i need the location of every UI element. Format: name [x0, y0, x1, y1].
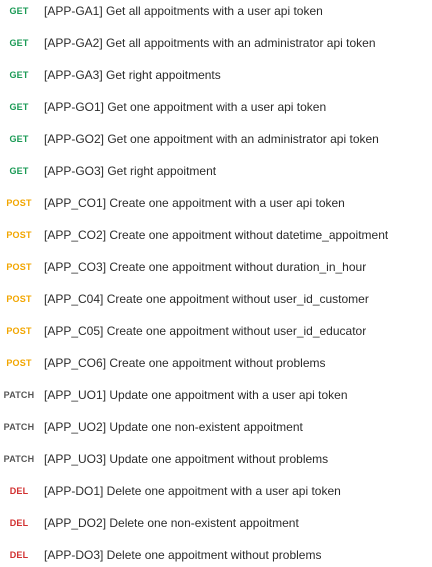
request-item[interactable]: PATCH [APP_UO2] Update one non-existent … — [0, 411, 432, 443]
request-item[interactable]: GET [APP-GO2] Get one appoitment with an… — [0, 123, 432, 155]
method-badge: POST — [6, 198, 32, 208]
method-badge: DEL — [9, 486, 29, 496]
request-item[interactable]: POST [APP_CO3] Create one appoitment wit… — [0, 251, 432, 283]
request-item[interactable]: PATCH [APP_UO1] Update one appoitment wi… — [0, 379, 432, 411]
request-item[interactable]: DEL [APP_DO2] Delete one non-existent ap… — [0, 507, 432, 539]
method-badge: POST — [6, 326, 32, 336]
request-item[interactable]: GET [APP-GA1] Get all appoitments with a… — [0, 0, 432, 27]
request-item[interactable]: GET [APP-GO3] Get right appoitment — [0, 155, 432, 187]
method-badge: POST — [6, 358, 32, 368]
request-item[interactable]: POST [APP_CO2] Create one appoitment wit… — [0, 219, 432, 251]
request-item[interactable]: PATCH [APP_UO3] Update one appoitment wi… — [0, 443, 432, 475]
request-name: [APP-GO2] Get one appoitment with an adm… — [44, 132, 379, 146]
method-badge: POST — [6, 230, 32, 240]
request-name: [APP-GA3] Get right appoitments — [44, 68, 221, 82]
request-item[interactable]: DEL [APP-DO1] Delete one appoitment with… — [0, 475, 432, 507]
request-name: [APP_CO6] Create one appoitment without … — [44, 356, 326, 370]
request-name: [APP_UO2] Update one non-existent appoit… — [44, 420, 303, 434]
request-item[interactable]: GET [APP-GA3] Get right appoitments — [0, 59, 432, 91]
method-badge: POST — [6, 262, 32, 272]
request-name: [APP-DO1] Delete one appoitment with a u… — [44, 484, 341, 498]
request-list: GET [APP-GA1] Get all appoitments with a… — [0, 0, 432, 567]
request-name: [APP_UO3] Update one appoitment without … — [44, 452, 329, 466]
method-badge: GET — [9, 166, 29, 176]
request-name: [APP_DO2] Delete one non-existent appoit… — [44, 516, 299, 530]
request-name: [APP-GA2] Get all appoitments with an ad… — [44, 36, 376, 50]
request-name: [APP_UO1] Update one appoitment with a u… — [44, 388, 348, 402]
request-name: [APP_C05] Create one appoitment without … — [44, 324, 367, 338]
method-badge: PATCH — [3, 390, 35, 400]
request-item[interactable]: GET [APP-GA2] Get all appoitments with a… — [0, 27, 432, 59]
request-item[interactable]: DEL [APP-DO3] Delete one appoitment with… — [0, 539, 432, 567]
request-name: [APP-GA1] Get all appoitments with a use… — [44, 4, 323, 18]
method-badge: GET — [9, 6, 29, 16]
method-badge: GET — [9, 70, 29, 80]
method-badge: GET — [9, 134, 29, 144]
request-name: [APP-GO1] Get one appoitment with a user… — [44, 100, 327, 114]
method-badge: GET — [9, 102, 29, 112]
request-name: [APP_C04] Create one appoitment without … — [44, 292, 369, 306]
request-name: [APP_CO3] Create one appoitment without … — [44, 260, 367, 274]
request-item[interactable]: GET [APP-GO1] Get one appoitment with a … — [0, 91, 432, 123]
method-badge: PATCH — [3, 422, 35, 432]
method-badge: DEL — [9, 518, 29, 528]
request-name: [APP_CO2] Create one appoitment without … — [44, 228, 389, 242]
method-badge: GET — [9, 38, 29, 48]
request-item[interactable]: POST [APP_C05] Create one appoitment wit… — [0, 315, 432, 347]
method-badge: DEL — [9, 550, 29, 560]
method-badge: PATCH — [3, 454, 35, 464]
request-name: [APP-GO3] Get right appoitment — [44, 164, 217, 178]
request-name: [APP-DO3] Delete one appoitment without … — [44, 548, 322, 562]
request-item[interactable]: POST [APP_CO1] Create one appoitment wit… — [0, 187, 432, 219]
request-name: [APP_CO1] Create one appoitment with a u… — [44, 196, 345, 210]
method-badge: POST — [6, 294, 32, 304]
request-item[interactable]: POST [APP_CO6] Create one appoitment wit… — [0, 347, 432, 379]
request-item[interactable]: POST [APP_C04] Create one appoitment wit… — [0, 283, 432, 315]
